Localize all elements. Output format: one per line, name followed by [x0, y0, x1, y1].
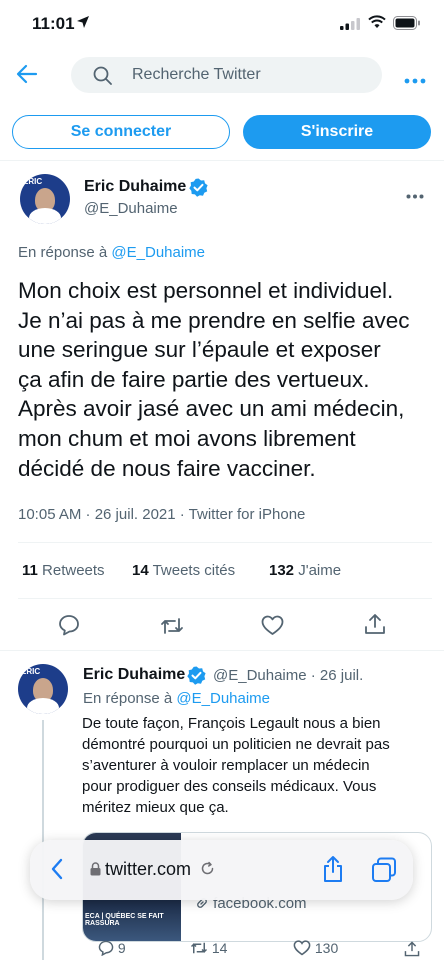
- more-options-icon[interactable]: [404, 71, 426, 89]
- retweets-count: 11: [22, 562, 38, 579]
- status-bar: 11:01: [0, 0, 444, 48]
- wifi-icon: [368, 15, 386, 34]
- divider: [18, 598, 432, 599]
- top-navigation-bar: Recherche Twitter: [0, 52, 444, 98]
- reply-context: En réponse à @E_Duhaime: [18, 244, 205, 261]
- reply-icon[interactable]: [58, 614, 80, 641]
- divider: [18, 542, 432, 543]
- reply-like-count: 130: [314, 940, 339, 956]
- reply-retweet-action[interactable]: 14: [190, 940, 227, 956]
- auth-buttons: Se connecter S'inscrire: [0, 112, 444, 152]
- quotes-label: Tweets cités: [148, 562, 236, 579]
- signup-button[interactable]: S'inscrire: [243, 115, 431, 149]
- avatar-logo-text: ERIC: [23, 177, 43, 186]
- author-name[interactable]: Eric Duhaime: [84, 178, 186, 196]
- share-icon[interactable]: [364, 612, 386, 641]
- thread-line: [42, 720, 44, 960]
- likes-stat[interactable]: 132 J'aime: [269, 562, 341, 579]
- verified-badge-icon: [189, 178, 208, 202]
- reply-handle-date[interactable]: @E_Duhaime · 26 juil.: [213, 667, 363, 684]
- like-heart-icon: [293, 940, 311, 956]
- retweet-icon[interactable]: [160, 616, 184, 641]
- reply-like-action[interactable]: 130: [293, 940, 338, 956]
- verified-badge-icon: [187, 666, 206, 690]
- reply-icon: [98, 940, 114, 957]
- browser-address-bar[interactable]: twitter.com: [30, 840, 413, 900]
- reply-context: En réponse à @E_Duhaime: [83, 690, 270, 707]
- browser-tabs-icon[interactable]: [371, 857, 397, 888]
- reply-mention-link[interactable]: @E_Duhaime: [176, 690, 270, 707]
- reply-count: 9: [117, 940, 126, 956]
- avatar[interactable]: ERIC: [18, 664, 68, 714]
- browser-share-icon[interactable]: [322, 855, 344, 888]
- divider: [0, 160, 444, 161]
- reply-text-line: De toute façon, François Legault nous a …: [82, 715, 381, 732]
- avatar[interactable]: ERIC: [20, 174, 70, 224]
- browser-url[interactable]: twitter.com: [105, 859, 191, 880]
- author-handle[interactable]: @E_Duhaime: [84, 200, 178, 217]
- cellular-signal-icon: [340, 17, 360, 35]
- reply-prefix: En réponse à: [18, 244, 112, 261]
- quotes-count: 14: [132, 562, 149, 579]
- divider: [0, 650, 444, 651]
- tweet-more-icon[interactable]: [406, 186, 424, 204]
- tweet-text-line: Mon choix est personnel et individuel.: [18, 278, 394, 303]
- reply-prefix: En réponse à: [83, 690, 177, 707]
- tweet-text: Mon choix est personnel et individuel. J…: [18, 276, 433, 483]
- tweet-text-line: Après avoir jasé avec un ami médecin,: [18, 396, 405, 422]
- likes-count: 132: [269, 562, 295, 579]
- location-arrow-icon: [76, 15, 90, 34]
- reply-author-name[interactable]: Eric Duhaime: [83, 666, 185, 684]
- tweet-text-line: Je n’ai pas à me prendre en selfie avec: [18, 307, 410, 333]
- reply-share-action[interactable]: [404, 940, 420, 960]
- lock-icon: [90, 862, 101, 881]
- tweet-text-line: mon chum et moi avons librement: [18, 425, 356, 451]
- reply-text-line: démontré pourquoi un politicien ne devra…: [82, 736, 390, 753]
- link-preview-image-caption: ECA | QUÉBEC SE FAIT RASSURA: [85, 913, 164, 927]
- reply-mention-link[interactable]: @E_Duhaime: [111, 244, 205, 261]
- reply-text-line: pour prodiguer des conseils médicaux. Vo…: [82, 778, 377, 795]
- reply-text-line: s’aventurer à vouloir remplacer un médec…: [82, 757, 370, 774]
- browser-back-icon[interactable]: [50, 858, 64, 885]
- reload-icon[interactable]: [200, 861, 215, 881]
- tweet-text-line: ça afin de faire partie des vertueux.: [18, 366, 370, 392]
- back-arrow-icon[interactable]: [16, 64, 38, 89]
- login-button[interactable]: Se connecter: [12, 115, 230, 149]
- retweet-icon: [190, 942, 208, 954]
- reply-text: De toute façon, François Legault nous a …: [82, 713, 430, 818]
- reply-text-line: méritez mieux que ça.: [82, 799, 229, 816]
- share-icon: [404, 941, 420, 957]
- avatar-logo-text: ERIC: [21, 667, 41, 676]
- battery-icon: [393, 16, 421, 35]
- search-placeholder: Recherche Twitter: [132, 66, 261, 83]
- tweet-timestamp[interactable]: 10:05 AM · 26 juil. 2021 · Twitter for i…: [18, 506, 305, 523]
- status-time: 11:01: [32, 14, 75, 33]
- quotes-stat[interactable]: 14 Tweets cités: [132, 562, 235, 579]
- reply-reply-action[interactable]: 9: [98, 940, 126, 957]
- tweet-text-line: décidé de nous faire vacciner.: [18, 455, 316, 481]
- tweet-text-line: une seringue sur l’épaule et exposer: [18, 337, 381, 363]
- reply-retweet-count: 14: [211, 940, 228, 956]
- search-icon: [93, 66, 112, 90]
- search-input[interactable]: Recherche Twitter: [71, 57, 382, 93]
- like-heart-icon[interactable]: [261, 615, 284, 641]
- likes-label: J'aime: [294, 562, 342, 579]
- retweets-label: Retweets: [37, 562, 105, 579]
- retweets-stat[interactable]: 11 Retweets: [22, 562, 105, 579]
